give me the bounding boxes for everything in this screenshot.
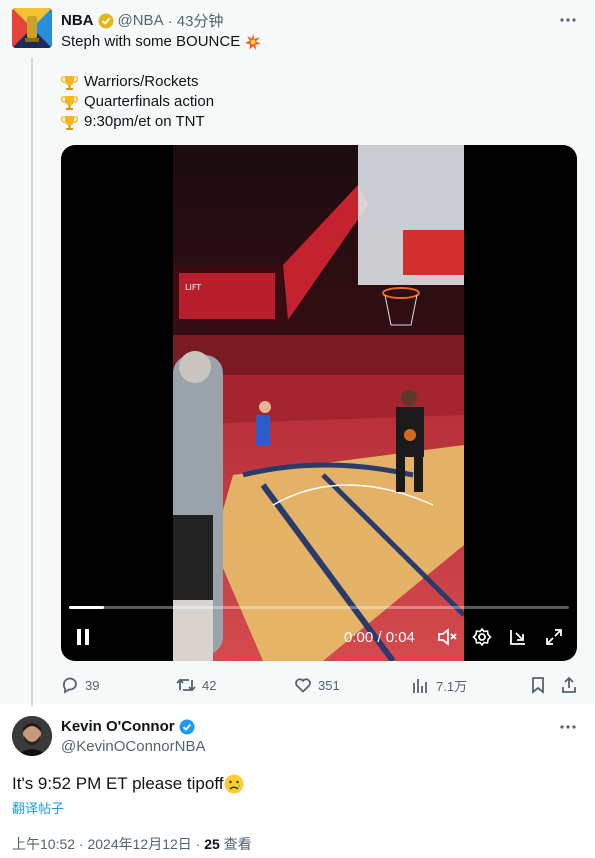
tweet-text: Steph with some BOUNCE [61, 33, 241, 50]
nba-avatar[interactable] [12, 8, 52, 48]
share-button[interactable] [560, 676, 578, 699]
pause-button[interactable] [75, 628, 91, 651]
verified-blue-icon [179, 719, 195, 734]
bullet-text: Quarterfinals action [84, 93, 215, 110]
bullet-list: Warriors/Rockets Quarterfinals action 9:… [61, 72, 214, 132]
mute-button[interactable] [437, 627, 459, 652]
reply-header: Kevin O'Connor [61, 718, 195, 735]
reply-text-line: It's 9:52 PM ET please tipoff [12, 773, 245, 795]
reply-timestamp[interactable]: 上午10:52 · 2024年12月12日 · [12, 836, 204, 852]
bullet-item: Warriors/Rockets [61, 72, 214, 92]
bullet-text: Warriors/Rockets [84, 73, 199, 90]
bullet-item: 9:30pm/et on TNT [61, 112, 214, 132]
reply-handle[interactable]: @KevinOConnorNBA [61, 738, 205, 755]
pause-icon [77, 629, 89, 645]
kevin-avatar[interactable] [12, 716, 52, 756]
bullet-text: 9:30pm/et on TNT [84, 113, 205, 130]
fullscreen-button[interactable] [544, 627, 564, 652]
retweet-count: 42 [202, 677, 217, 693]
bullet-item: Quarterfinals action [61, 92, 214, 112]
author-name[interactable]: NBA [61, 12, 94, 29]
tweet-time[interactable]: · 43分钟 [168, 10, 224, 31]
retweet-icon [176, 678, 196, 692]
verified-gold-icon [98, 13, 113, 28]
video-progress-track[interactable] [69, 606, 569, 609]
views-icon [413, 678, 427, 693]
reply-action[interactable]: 39 [61, 676, 99, 694]
views-count: 7.1万 [436, 679, 468, 694]
video-player[interactable]: LIFT 0:00 / 0:04 [61, 145, 577, 661]
like-icon [295, 678, 311, 693]
more-icon [560, 725, 576, 729]
like-action[interactable]: 351 [294, 676, 340, 694]
reply-author-name[interactable]: Kevin O'Connor [61, 718, 175, 735]
more-button[interactable] [558, 12, 578, 33]
reply-views-count: 25 [204, 836, 220, 852]
pip-icon [510, 630, 525, 645]
share-icon [562, 676, 576, 693]
tweet-header: NBA @NBA · 43分钟 [61, 10, 223, 31]
mute-icon [438, 628, 457, 646]
views-action[interactable]: 7.1万 [412, 676, 467, 695]
reply-metadata: 上午10:52 · 2024年12月12日 · 25 查看 [12, 834, 252, 854]
bookmark-button[interactable] [529, 676, 547, 699]
collision-emoji [245, 34, 262, 50]
reply-icon [62, 677, 77, 694]
video-progress-fill [69, 606, 104, 609]
author-handle[interactable]: @NBA [118, 12, 164, 29]
picture-in-picture-button[interactable] [508, 627, 528, 652]
fullscreen-icon [546, 629, 562, 645]
thread-connector-line [31, 58, 33, 706]
settings-icon [472, 627, 492, 647]
bookmark-icon [532, 677, 544, 694]
retweet-action[interactable]: 42 [176, 676, 216, 694]
trophy-icon [61, 115, 78, 130]
more-icon [560, 18, 576, 22]
settings-button[interactable] [472, 627, 492, 652]
like-count: 351 [318, 677, 340, 693]
translate-link[interactable]: 翻译帖子 [12, 798, 64, 817]
reply-more-button[interactable] [558, 719, 578, 740]
trophy-icon [61, 95, 78, 110]
trophy-icon [61, 75, 78, 90]
arena-sign: LIFT [185, 283, 201, 292]
reply-text: It's 9:52 PM ET please tipoff [12, 774, 224, 793]
tweet-text-line: Steph with some BOUNCE [61, 32, 262, 52]
reply-count: 39 [85, 677, 100, 693]
video-time: 0:00 / 0:04 [344, 629, 415, 646]
video-frame: LIFT [173, 145, 464, 661]
sad-face-emoji [224, 774, 244, 794]
reply-views-label: 查看 [219, 836, 252, 852]
